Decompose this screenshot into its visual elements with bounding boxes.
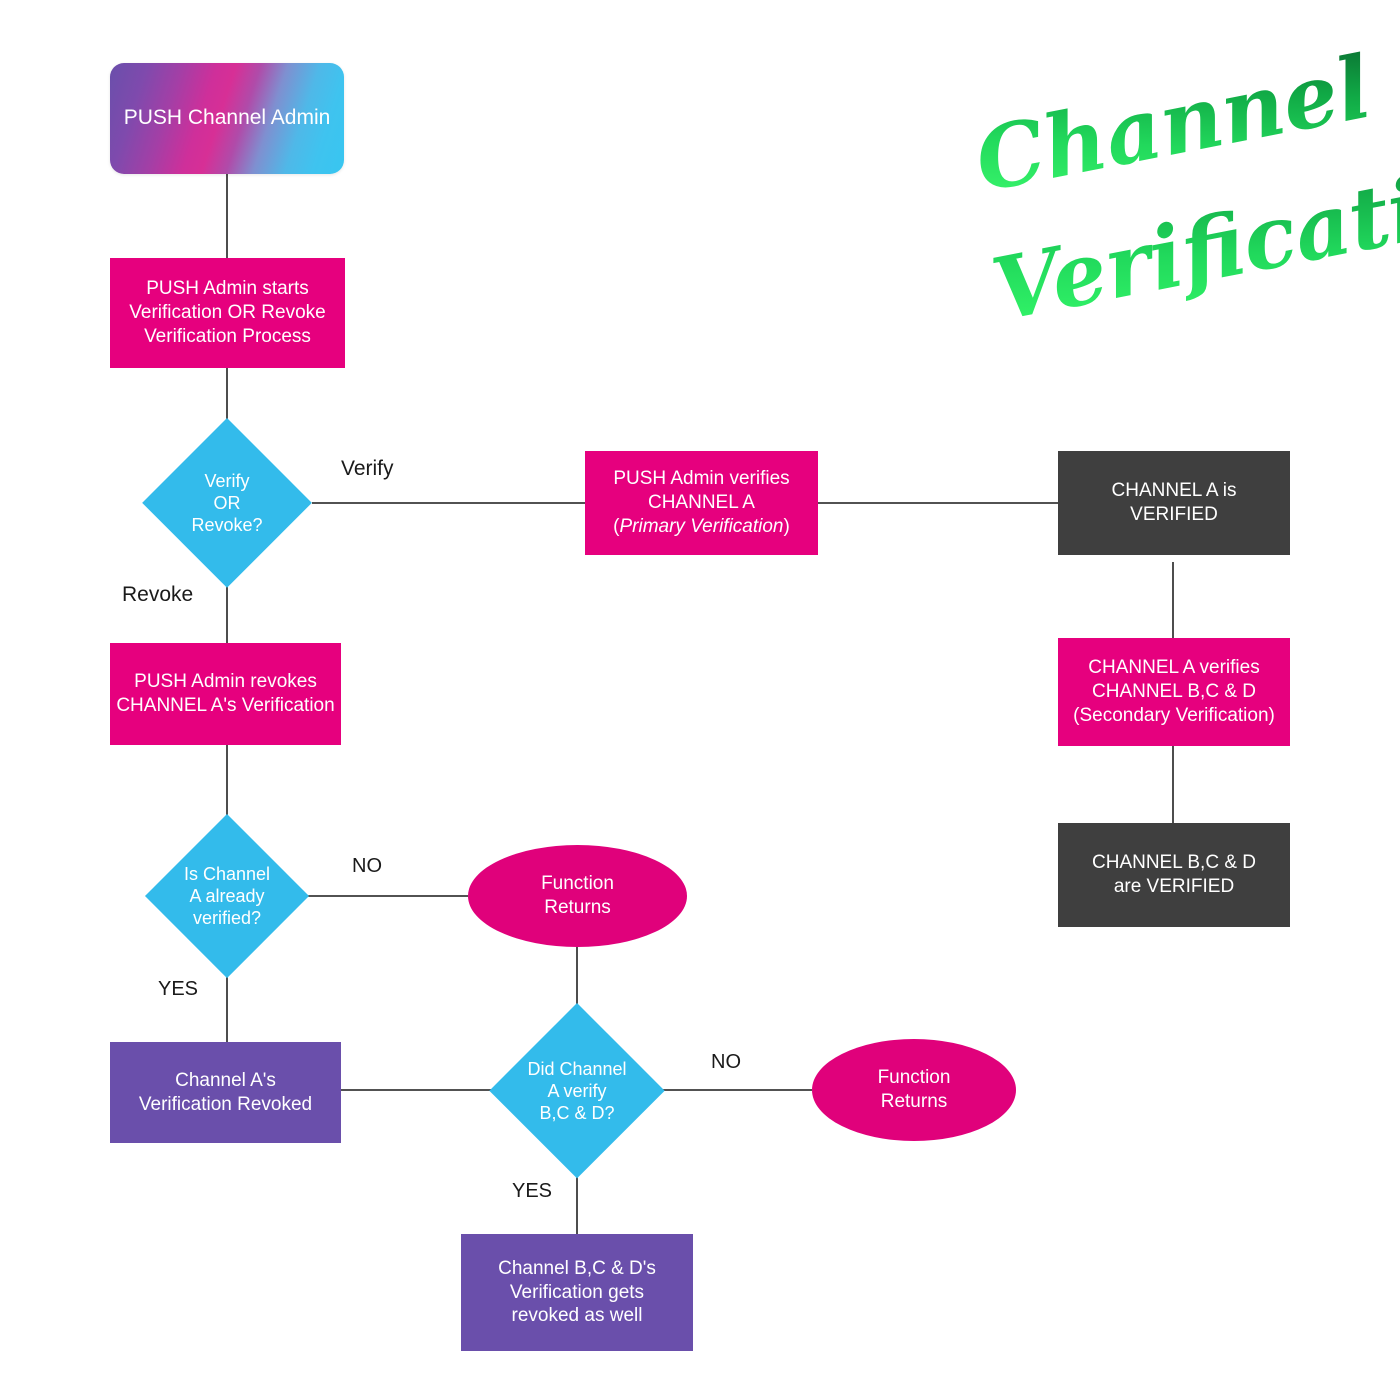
node-function-returns-1-label: Function Returns bbox=[541, 873, 614, 918]
node-admin-verifies-channel-a-label: PUSH Admin verifies CHANNEL A (Primary Ver… bbox=[607, 467, 796, 539]
node-admin-verifies-channel-a[interactable]: PUSH Admin verifies CHANNEL A (Primary Ver… bbox=[585, 451, 818, 555]
edge-label-revoke: Revoke bbox=[122, 583, 194, 606]
edge-label-no-2: NO bbox=[711, 1051, 741, 1073]
edge-label-yes-1: YES bbox=[158, 978, 199, 1000]
edge-label-verify: Verify bbox=[341, 457, 394, 480]
node-admin-starts-process-label: PUSH Admin starts Verification OR Revoke… bbox=[129, 278, 326, 347]
node-channel-a-verification-revoked[interactable]: Channel A's Verification Revoked bbox=[110, 1042, 341, 1143]
flowchart-canvas: PUSH Channel Admin PUSH Admin starts Ver… bbox=[0, 0, 1400, 1400]
node-did-a-verify-bcd-label: Did Channel A verify B,C & D? bbox=[527, 1058, 627, 1124]
node-function-returns-1[interactable]: Function Returns bbox=[468, 845, 687, 947]
node-channel-a-verification-revoked-label: Channel A's Verification Revoked bbox=[138, 1069, 313, 1115]
node-function-returns-2-label: Function Returns bbox=[877, 1067, 951, 1112]
node-verify-or-revoke-decision[interactable]: Verify OR Revoke? bbox=[142, 418, 312, 588]
node-channel-a-verifies-bcd-label: CHANNEL A verifies CHANNEL B,C & D (Seco… bbox=[1073, 657, 1275, 726]
diagram-title: Channel Verification bbox=[968, 37, 1400, 365]
line-3-italic: Primary Verification bbox=[619, 515, 784, 537]
node-function-returns-2[interactable]: Function Returns bbox=[812, 1039, 1016, 1141]
node-admin-revokes-channel-a[interactable]: PUSH Admin revokes CHANNEL A's Verificat… bbox=[110, 643, 341, 745]
node-channel-bcd-are-verified[interactable]: CHANNEL B,C & D are VERIFIED bbox=[1058, 823, 1290, 927]
node-did-a-verify-bcd-decision[interactable]: Did Channel A verify B,C & D? bbox=[489, 1003, 665, 1179]
node-channel-a-is-verified[interactable]: CHANNEL A is VERIFIED bbox=[1058, 451, 1290, 555]
edge-label-yes-2: YES bbox=[512, 1180, 553, 1202]
line-1: PUSH Admin verifies bbox=[613, 468, 790, 490]
node-push-channel-admin-label: PUSH Channel Admin bbox=[123, 106, 331, 130]
node-bcd-verification-revoked-label: Channel B,C & D's Verification gets revo… bbox=[498, 1257, 656, 1327]
node-channel-bcd-are-verified-label: CHANNEL B,C & D are VERIFIED bbox=[1092, 852, 1256, 897]
node-is-channel-a-verified-label: Is Channel A already verified? bbox=[183, 863, 271, 929]
node-admin-revokes-channel-a-label: PUSH Admin revokes CHANNEL A's Verificat… bbox=[116, 671, 335, 716]
line-2: CHANNEL A bbox=[647, 492, 755, 514]
node-is-channel-a-verified-decision[interactable]: Is Channel A already verified? bbox=[145, 814, 309, 978]
node-admin-starts-process[interactable]: PUSH Admin starts Verification OR Revoke… bbox=[110, 258, 345, 368]
node-verify-or-revoke-label: Verify OR Revoke? bbox=[191, 470, 263, 536]
line-3-paren-close: ) bbox=[783, 515, 790, 537]
node-channel-a-verifies-bcd[interactable]: CHANNEL A verifies CHANNEL B,C & D (Seco… bbox=[1058, 638, 1290, 746]
node-channel-a-is-verified-label: CHANNEL A is VERIFIED bbox=[1111, 480, 1237, 525]
edge-label-no-1: NO bbox=[352, 855, 382, 877]
node-bcd-verification-revoked[interactable]: Channel B,C & D's Verification gets revo… bbox=[461, 1234, 693, 1351]
node-push-channel-admin[interactable]: PUSH Channel Admin bbox=[110, 63, 344, 174]
